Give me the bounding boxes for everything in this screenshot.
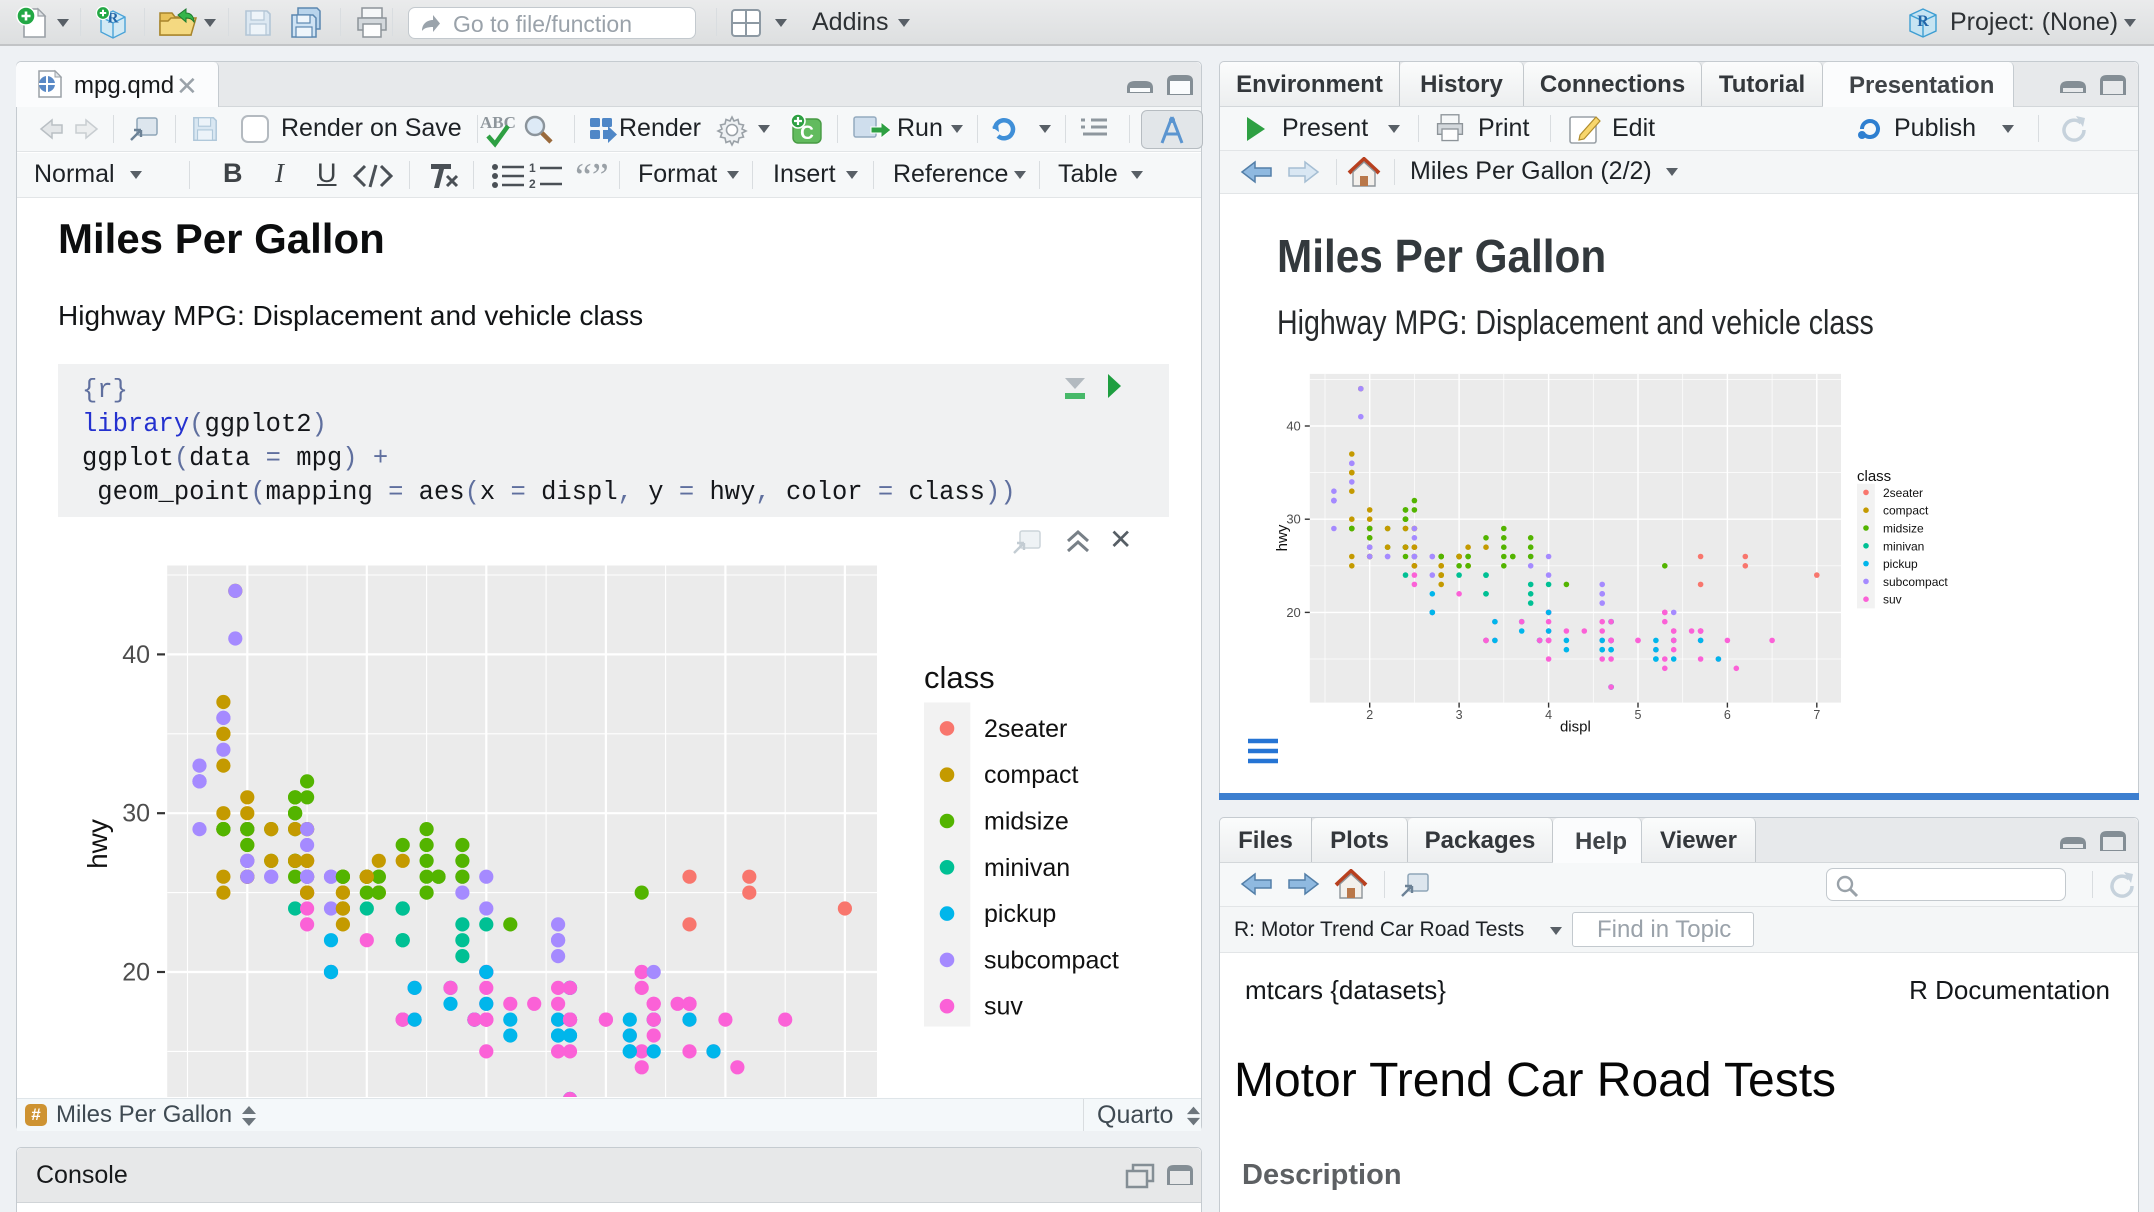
- svg-text:2: 2: [529, 177, 536, 190]
- svg-text:ABC: ABC: [480, 113, 516, 132]
- svg-text:R: R: [1917, 13, 1929, 30]
- svg-text:1: 1: [529, 162, 536, 175]
